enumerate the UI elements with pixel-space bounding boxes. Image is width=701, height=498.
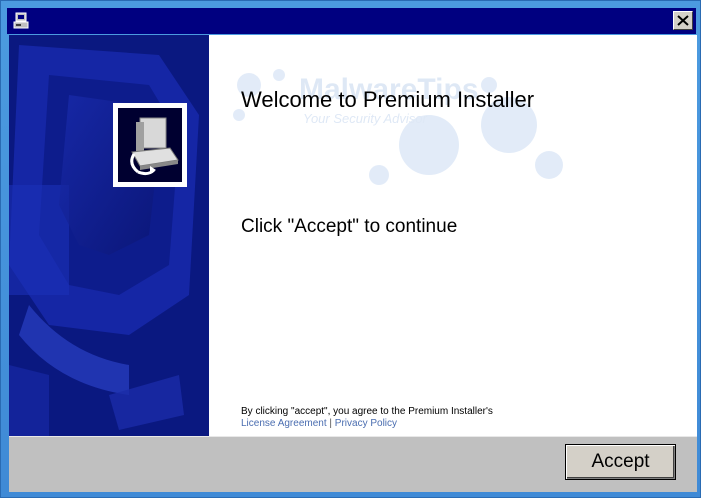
legal-links: License Agreement | Privacy Policy (241, 418, 397, 429)
content-panel: MalwareTips Your Security Advisor Welcom… (209, 35, 697, 436)
close-x-icon (677, 15, 689, 26)
link-separator: | (329, 418, 333, 429)
instruction-text: Click "Accept" to continue (241, 216, 458, 237)
window-client-area: MalwareTips Your Security Advisor Welcom… (9, 35, 697, 492)
button-bar: Accept (9, 436, 697, 492)
close-button[interactable] (673, 11, 693, 30)
banner-artwork (9, 35, 209, 436)
title-bar[interactable] (7, 8, 696, 34)
installer-window: MalwareTips Your Security Advisor Welcom… (0, 0, 701, 498)
welcome-heading: Welcome to Premium Installer (241, 87, 535, 112)
privacy-policy-link[interactable]: Privacy Policy (335, 418, 397, 429)
license-agreement-link[interactable]: License Agreement (241, 418, 327, 429)
agreement-text: By clicking "accept", you agree to the P… (241, 406, 493, 417)
watermark-tagline: Your Security Advisor (303, 111, 427, 126)
installer-app-icon (11, 11, 31, 31)
side-banner (9, 35, 209, 436)
accept-button[interactable]: Accept (565, 444, 676, 480)
watermark-logo: MalwareTips Your Security Advisor (229, 65, 569, 185)
computer-install-icon (113, 103, 187, 187)
